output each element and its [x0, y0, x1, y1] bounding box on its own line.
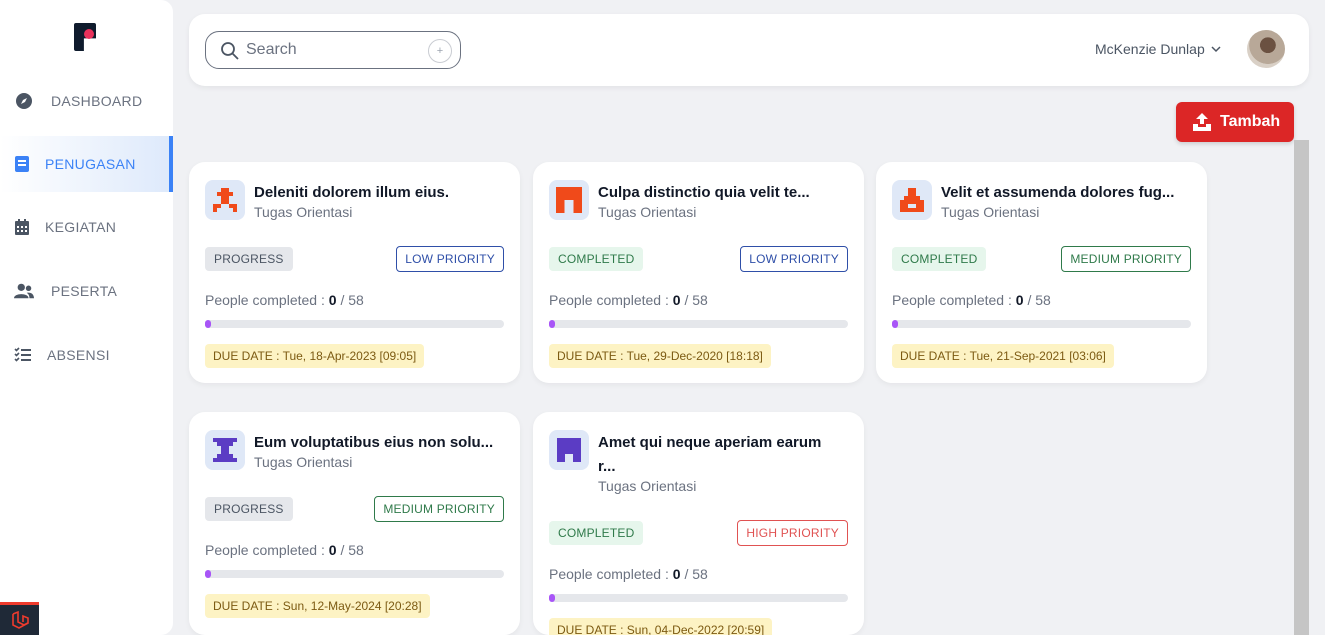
task-title[interactable]: Culpa distinctio quia velit te... — [598, 181, 848, 205]
task-card[interactable]: Amet qui neque aperiam earum r... Tugas … — [533, 412, 864, 635]
status-badge: PROGRESS — [205, 497, 293, 521]
chevron-down-icon — [1211, 41, 1221, 57]
due-date-badge: DUE DATE : Sun, 12-May-2024 [20:28] — [205, 594, 430, 618]
compass-icon — [14, 91, 34, 111]
task-category: Tugas Orientasi — [254, 204, 353, 220]
user-menu[interactable]: McKenzie Dunlap — [1095, 41, 1221, 57]
avatar[interactable] — [1247, 30, 1285, 68]
task-title[interactable]: Eum voluptatibus eius non solu... — [254, 431, 504, 455]
task-title[interactable]: Amet qui neque aperiam earum r... — [598, 431, 838, 479]
status-badge: COMPLETED — [549, 521, 644, 545]
due-date-badge: DUE DATE : Tue, 29-Dec-2020 [18:18] — [549, 344, 771, 368]
people-completed: People completed : 0 / 58 — [549, 292, 708, 308]
priority-badge: MEDIUM PRIORITY — [1061, 246, 1191, 272]
task-avatar-icon — [892, 180, 932, 220]
app-logo[interactable] — [74, 23, 96, 51]
task-category: Tugas Orientasi — [254, 454, 353, 470]
task-category: Tugas Orientasi — [598, 204, 697, 220]
calendar-icon — [12, 217, 32, 237]
priority-badge: LOW PRIORITY — [740, 246, 848, 272]
sidebar: DASHBOARD PENUGASAN KEGIATAN PESERTA ABS… — [0, 0, 173, 635]
task-card[interactable]: Culpa distinctio quia velit te... Tugas … — [533, 162, 864, 383]
sidebar-item-absensi[interactable]: ABSENSI — [0, 327, 173, 383]
due-date-badge: DUE DATE : Tue, 18-Apr-2023 [09:05] — [205, 344, 425, 368]
sidebar-item-kegiatan[interactable]: KEGIATAN — [0, 199, 173, 255]
task-title[interactable]: Deleniti dolorem illum eius. — [254, 181, 504, 205]
due-date-badge: DUE DATE : Sun, 04-Dec-2022 [20:59] — [549, 618, 773, 635]
sidebar-item-label: ABSENSI — [47, 347, 110, 363]
upload-icon — [1192, 112, 1212, 137]
checklist-icon — [13, 345, 33, 365]
status-badge: COMPLETED — [549, 247, 644, 271]
task-title[interactable]: Velit et assumenda dolores fug... — [941, 181, 1191, 205]
search-input[interactable]: Search + — [205, 31, 461, 69]
sidebar-item-label: PENUGASAN — [45, 156, 136, 172]
task-category: Tugas Orientasi — [941, 204, 1040, 220]
task-avatar-icon — [549, 180, 589, 220]
people-completed: People completed : 0 / 58 — [892, 292, 1051, 308]
search-icon — [220, 41, 240, 66]
progress-bar — [205, 570, 504, 578]
status-badge: PROGRESS — [205, 247, 293, 271]
progress-bar — [892, 320, 1191, 328]
people-completed: People completed : 0 / 58 — [205, 542, 364, 558]
priority-badge: HIGH PRIORITY — [737, 520, 848, 546]
sidebar-item-dashboard[interactable]: DASHBOARD — [0, 73, 173, 129]
task-card[interactable]: Eum voluptatibus eius non solu... Tugas … — [189, 412, 520, 635]
due-date-badge: DUE DATE : Tue, 21-Sep-2021 [03:06] — [892, 344, 1114, 368]
progress-bar — [205, 320, 504, 328]
task-category: Tugas Orientasi — [598, 478, 697, 494]
task-card[interactable]: Velit et assumenda dolores fug... Tugas … — [876, 162, 1207, 383]
scrollbar[interactable] — [1294, 140, 1309, 635]
progress-bar — [549, 320, 848, 328]
search-shortcut-icon[interactable]: + — [428, 39, 452, 63]
add-task-label: Tambah — [1220, 113, 1281, 130]
search-placeholder: Search — [246, 41, 297, 58]
users-icon — [14, 281, 34, 301]
book-icon — [12, 154, 32, 174]
user-name: McKenzie Dunlap — [1095, 41, 1205, 57]
add-task-button[interactable]: Tambah — [1176, 102, 1294, 142]
status-badge: COMPLETED — [892, 247, 987, 271]
sidebar-item-label: DASHBOARD — [51, 93, 143, 109]
task-avatar-icon — [205, 430, 245, 470]
progress-bar — [549, 594, 848, 602]
laravel-icon[interactable] — [0, 602, 39, 635]
task-card[interactable]: Deleniti dolorem illum eius. Tugas Orien… — [189, 162, 520, 383]
sidebar-item-label: KEGIATAN — [45, 219, 117, 235]
people-completed: People completed : 0 / 58 — [549, 566, 708, 582]
sidebar-item-label: PESERTA — [51, 283, 118, 299]
priority-badge: LOW PRIORITY — [396, 246, 504, 272]
priority-badge: MEDIUM PRIORITY — [374, 496, 504, 522]
sidebar-item-peserta[interactable]: PESERTA — [0, 263, 173, 319]
task-avatar-icon — [549, 430, 589, 470]
sidebar-item-penugasan[interactable]: PENUGASAN — [0, 136, 173, 192]
top-header: Search + McKenzie Dunlap — [189, 14, 1309, 86]
task-avatar-icon — [205, 180, 245, 220]
people-completed: People completed : 0 / 58 — [205, 292, 364, 308]
